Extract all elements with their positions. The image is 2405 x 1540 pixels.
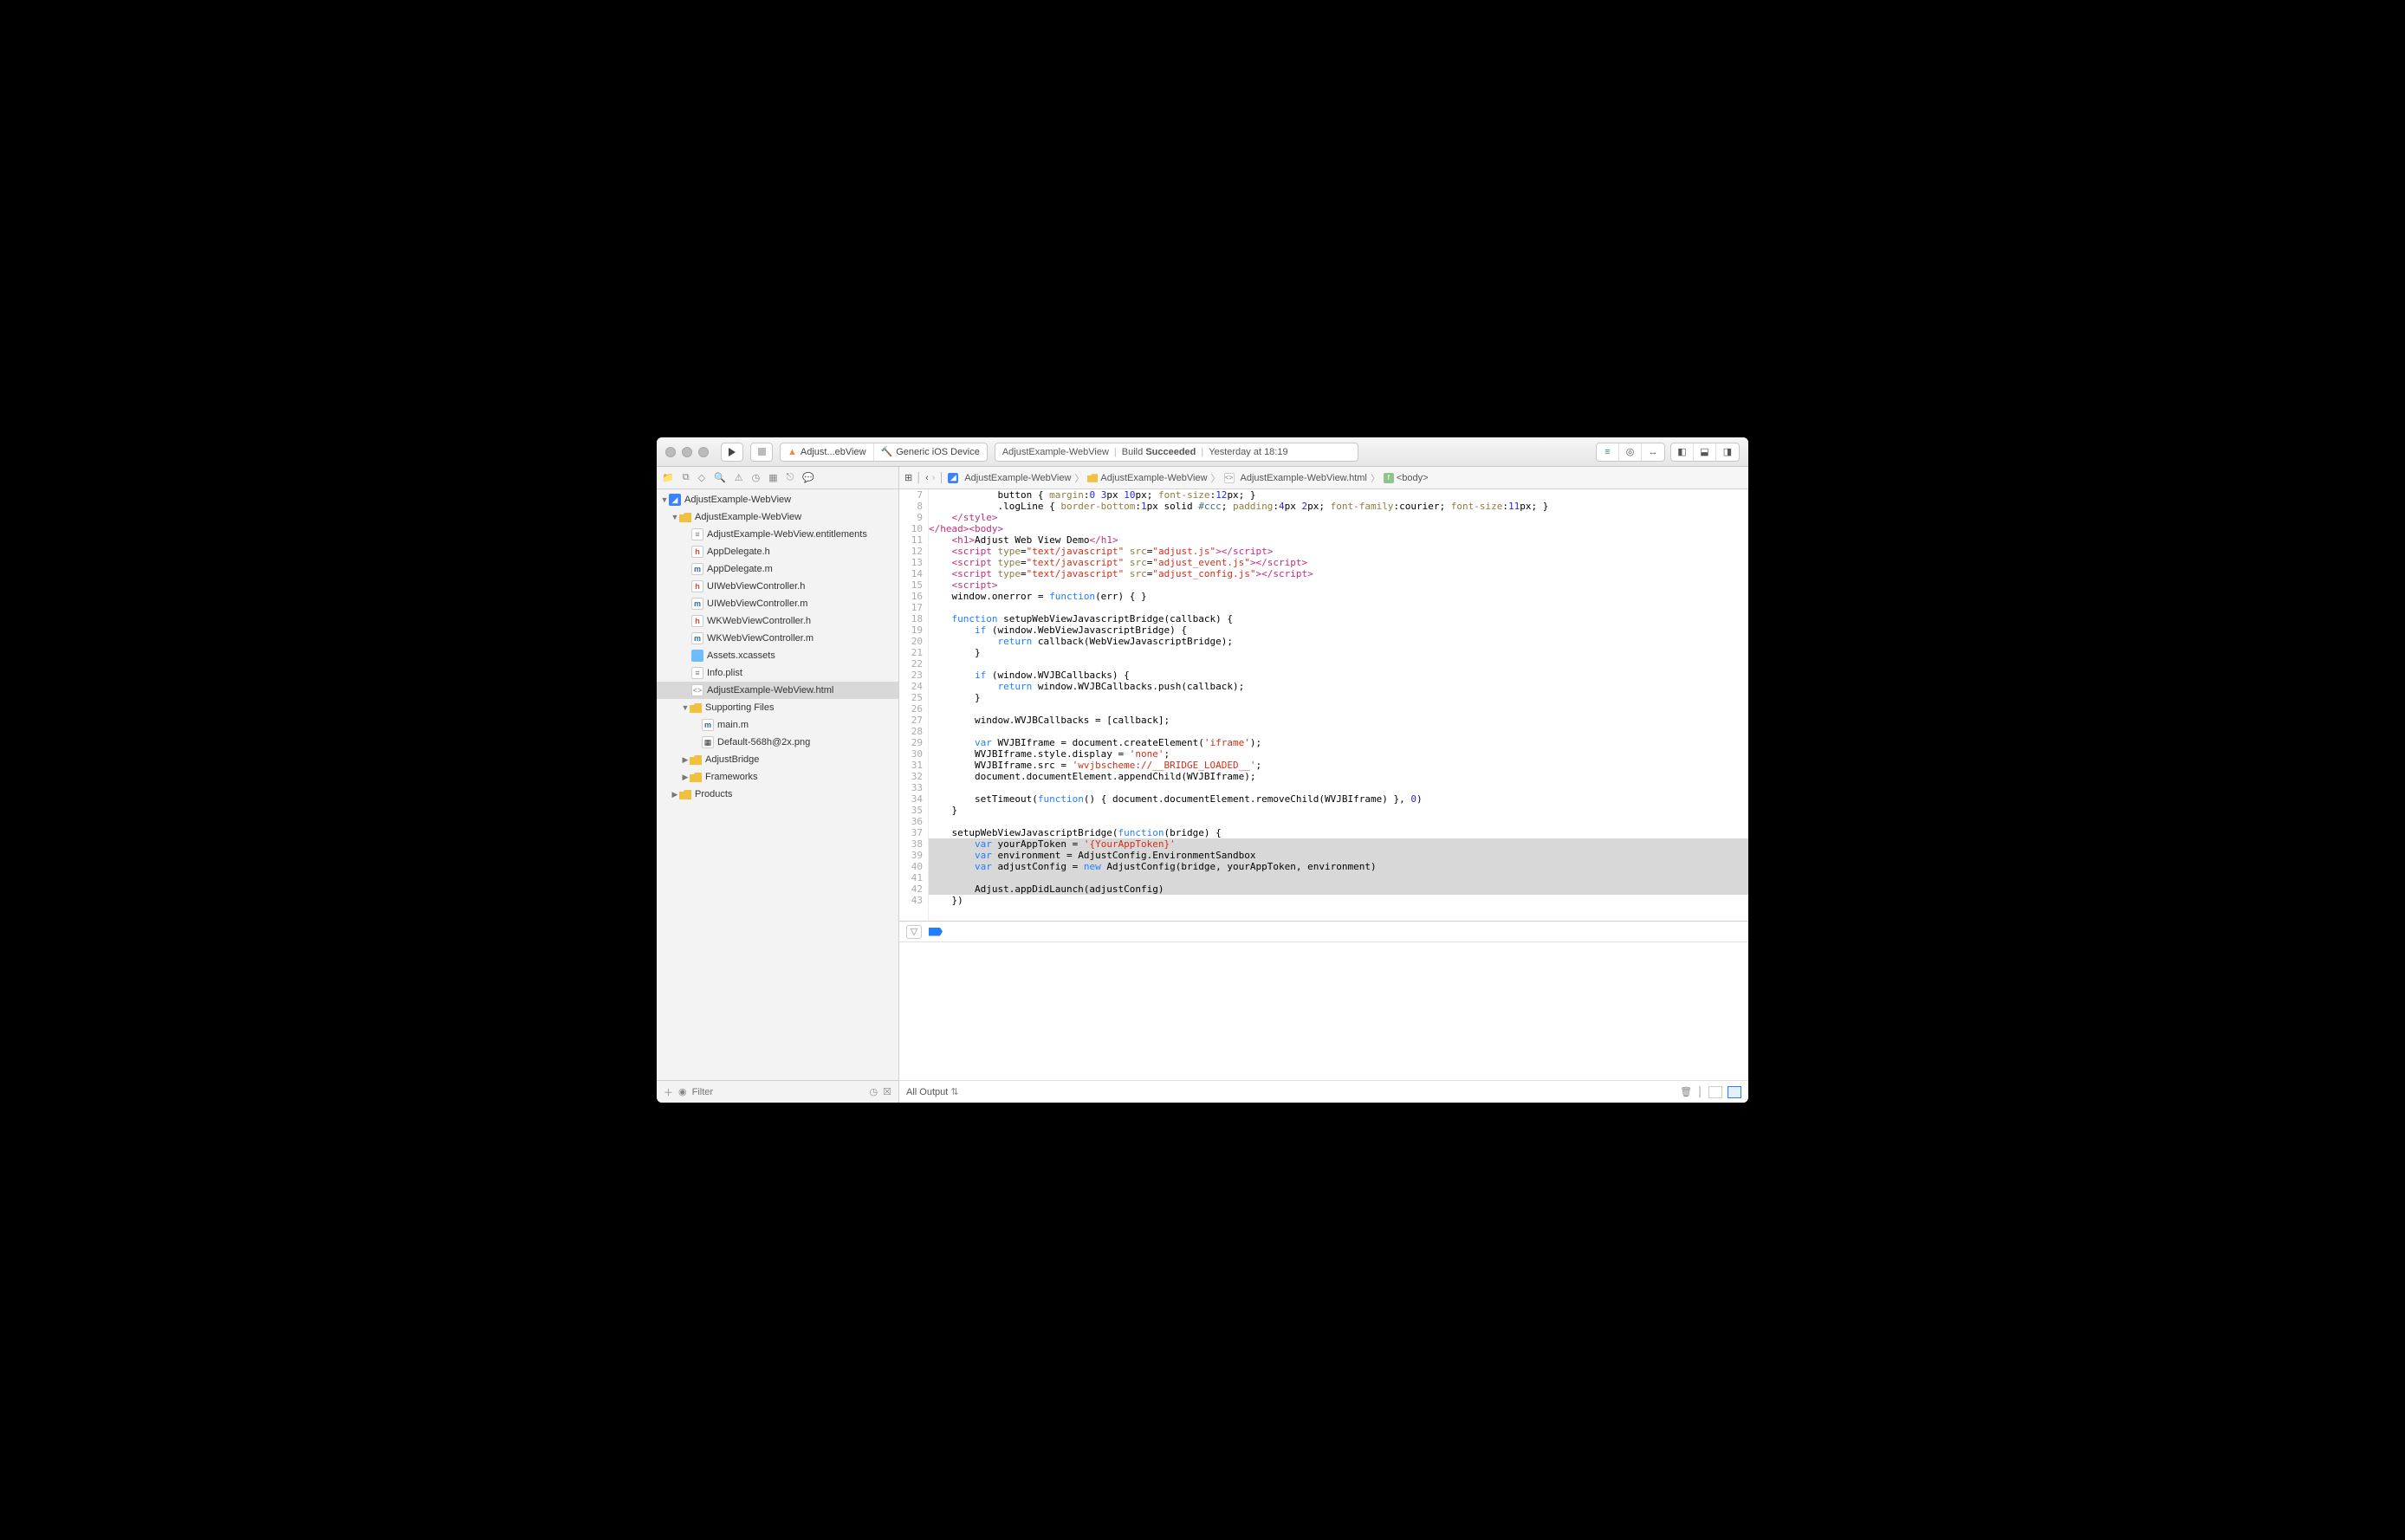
minimize-dot[interactable] [682,447,692,457]
group-bridge[interactable]: ▶AdjustBridge [657,751,898,768]
destination-name: Generic iOS Device [896,447,980,457]
related-items-icon[interactable]: ⊞ [904,472,912,483]
toggle-navigator-icon[interactable]: ◧ [1671,443,1694,461]
scm-filter-icon[interactable]: ☒ [883,1086,891,1097]
assistant-editor-icon[interactable]: ◎ [1619,443,1642,461]
titlebar: ▲Adjust...ebView 🔨Generic iOS Device Adj… [657,437,1748,467]
file-uiwebvc-m[interactable]: mUIWebViewController.m [657,595,898,612]
test-navigator-icon[interactable]: ◷ [752,472,761,483]
jump-bar[interactable]: ⊞ │ ‹ › │ ◢AdjustExample-WebView 〉 Adjus… [899,467,1748,489]
debug-footer: All Output ⇅ 🗑 │ [899,1080,1748,1103]
debug-area: ▽ All Output ⇅ 🗑 │ [899,921,1748,1103]
file-wkwebvc-h[interactable]: hWKWebViewController.h [657,612,898,630]
report-navigator-icon[interactable]: 💬 [802,472,814,483]
breakpoint-navigator-icon[interactable]: ⎋ [787,472,794,483]
output-filter[interactable]: All Output [906,1087,948,1097]
file-default-png[interactable]: ▦Default-568h@2x.png [657,734,898,751]
navigator: 📁 ⧉ ◇ 🔍 ⚠ ◷ ▦ ⎋ 💬 ▼◢AdjustExample-WebVie… [657,467,899,1103]
filter-input[interactable] [692,1087,865,1097]
file-infoplist[interactable]: ≡Info.plist [657,664,898,682]
run-button[interactable] [721,443,743,462]
code-editor[interactable]: 7891011121314151617181920212223242526272… [899,489,1748,921]
console-output[interactable] [899,942,1748,1080]
breakpoint-toggle-icon[interactable] [929,928,943,936]
window-controls [665,447,709,457]
standard-editor-icon[interactable]: ≡ [1597,443,1619,461]
zoom-dot[interactable] [698,447,709,457]
issue-navigator-icon[interactable]: ⚠ [735,472,743,483]
scheme-selector[interactable]: ▲Adjust...ebView 🔨Generic iOS Device [780,443,988,462]
stop-button[interactable] [750,443,773,462]
debug-toggle-icon[interactable]: ▽ [906,925,922,939]
trash-icon[interactable]: 🗑 [1680,1086,1692,1097]
project-navigator-icon[interactable]: 📁 [662,472,674,483]
line-gutter: 7891011121314151617181920212223242526272… [899,489,929,921]
group-frameworks[interactable]: ▶Frameworks [657,768,898,786]
file-entitlements[interactable]: ≡AdjustExample-WebView.entitlements [657,526,898,543]
file-appdelegate-h[interactable]: hAppDelegate.h [657,543,898,560]
tree-root[interactable]: ▼◢AdjustExample-WebView [657,491,898,508]
file-uiwebvc-h[interactable]: hUIWebViewController.h [657,578,898,595]
toggle-debug-icon[interactable]: ⬓ [1694,443,1716,461]
navigator-filter-bar: ＋ ◉ ◷ ☒ [657,1080,898,1103]
tree-group[interactable]: ▼AdjustExample-WebView [657,508,898,526]
back-icon[interactable]: ‹ [925,473,929,483]
close-dot[interactable] [665,447,676,457]
file-tree: ▼◢AdjustExample-WebView ▼AdjustExample-W… [657,489,898,1080]
activity-view: AdjustExample-WebView | Build Succeeded … [995,443,1358,462]
file-html-selected[interactable]: <>AdjustExample-WebView.html [657,682,898,699]
activity-target: AdjustExample-WebView [1002,447,1109,457]
code-area[interactable]: button { margin:0 3px 10px; font-size:12… [929,489,1748,921]
version-editor-icon[interactable]: ↔ [1642,443,1664,461]
debug-navigator-icon[interactable]: ▦ [768,472,777,483]
variables-view-icon[interactable] [1708,1086,1722,1098]
forward-icon[interactable]: › [932,473,936,483]
recent-icon[interactable]: ◷ [870,1086,878,1097]
group-products[interactable]: ▶Products [657,786,898,803]
activity-time: Yesterday at 18:19 [1209,447,1287,457]
navigator-tabs[interactable]: 📁 ⧉ ◇ 🔍 ⚠ ◷ ▦ ⎋ 💬 [657,467,898,489]
filter-scope-icon[interactable]: ◉ [678,1086,687,1097]
add-icon[interactable]: ＋ [664,1085,673,1099]
debug-bar: ▽ [899,922,1748,942]
scheme-name: Adjust...ebView [801,447,866,457]
editor-mode-group[interactable]: ≡ ◎ ↔ [1596,443,1665,462]
symbol-navigator-icon[interactable]: ◇ [698,472,705,483]
xcode-window: ▲Adjust...ebView 🔨Generic iOS Device Adj… [657,437,1748,1103]
source-control-icon[interactable]: ⧉ [683,472,690,483]
group-supporting[interactable]: ▼Supporting Files [657,699,898,716]
file-assets[interactable]: Assets.xcassets [657,647,898,664]
build-status: Succeeded [1145,447,1196,457]
file-wkwebvc-m[interactable]: mWKWebViewController.m [657,630,898,647]
file-appdelegate-m[interactable]: mAppDelegate.m [657,560,898,578]
console-view-icon[interactable] [1728,1086,1741,1098]
find-navigator-icon[interactable]: 🔍 [714,472,726,483]
file-main-m[interactable]: mmain.m [657,716,898,734]
toggle-utilities-icon[interactable]: ◨ [1716,443,1739,461]
panel-toggle-group[interactable]: ◧ ⬓ ◨ [1670,443,1740,462]
